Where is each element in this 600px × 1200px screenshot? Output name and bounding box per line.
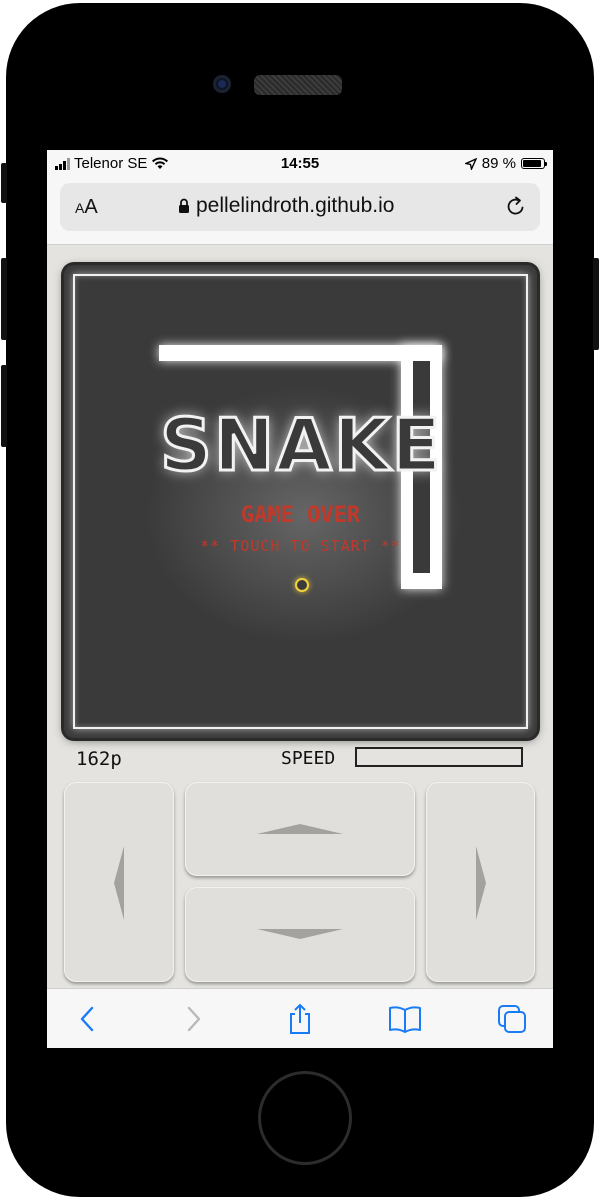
battery-icon	[521, 158, 547, 169]
touch-to-start-text: ** TOUCH TO START **	[200, 537, 401, 555]
snake-body	[159, 345, 442, 361]
speed-bar	[355, 747, 523, 767]
tabs-icon	[498, 1005, 526, 1033]
share-button[interactable]	[282, 1001, 318, 1037]
volume-up-button	[1, 258, 7, 340]
status-bar: Telenor SE 14:55 89 %	[47, 150, 553, 178]
game-board[interactable]: SNAKE GAME OVER ** TOUCH TO START **	[64, 265, 537, 738]
speed-label: SPEED	[281, 748, 336, 769]
tabs-button[interactable]	[494, 1001, 530, 1037]
arrow-right-icon	[476, 846, 486, 920]
book-icon	[389, 1006, 421, 1033]
chevron-right-icon	[187, 1006, 201, 1032]
chevron-left-icon	[80, 1006, 94, 1032]
forward-button[interactable]	[176, 1001, 212, 1037]
location-icon	[464, 157, 477, 170]
down-button[interactable]	[185, 887, 415, 982]
arrow-left-icon	[114, 846, 124, 920]
right-button[interactable]	[426, 782, 535, 982]
back-button[interactable]	[69, 1001, 105, 1037]
battery-percent: 89 %	[481, 155, 516, 172]
food-pellet	[295, 578, 309, 592]
url-display[interactable]: pellelindroth.github.io	[178, 194, 394, 218]
volume-down-button	[1, 365, 7, 447]
reload-icon[interactable]	[504, 194, 528, 218]
power-button	[593, 258, 599, 350]
share-icon	[290, 1004, 310, 1034]
mute-switch	[1, 163, 7, 203]
screen: Telenor SE 14:55 89 % AA pellelindroth.g…	[47, 150, 553, 1048]
lock-icon	[179, 198, 189, 213]
score: 162p	[76, 748, 122, 770]
arrow-up-icon	[257, 824, 343, 834]
game-title: SNAKE	[159, 402, 443, 489]
browser-toolbar	[47, 988, 553, 1048]
left-button[interactable]	[64, 782, 174, 982]
home-button[interactable]	[258, 1071, 352, 1165]
bookmarks-button[interactable]	[387, 1001, 423, 1037]
earpiece-speaker	[254, 75, 342, 95]
arrow-down-icon	[257, 929, 343, 939]
browser-address-area: AA pellelindroth.github.io	[47, 178, 553, 245]
text-size-button[interactable]: AA	[75, 196, 98, 219]
address-bar[interactable]: AA pellelindroth.github.io	[60, 183, 540, 231]
up-button[interactable]	[185, 782, 415, 876]
front-camera	[213, 75, 231, 93]
url-text: pellelindroth.github.io	[196, 194, 395, 217]
game-over-text: GAME OVER	[240, 503, 361, 528]
